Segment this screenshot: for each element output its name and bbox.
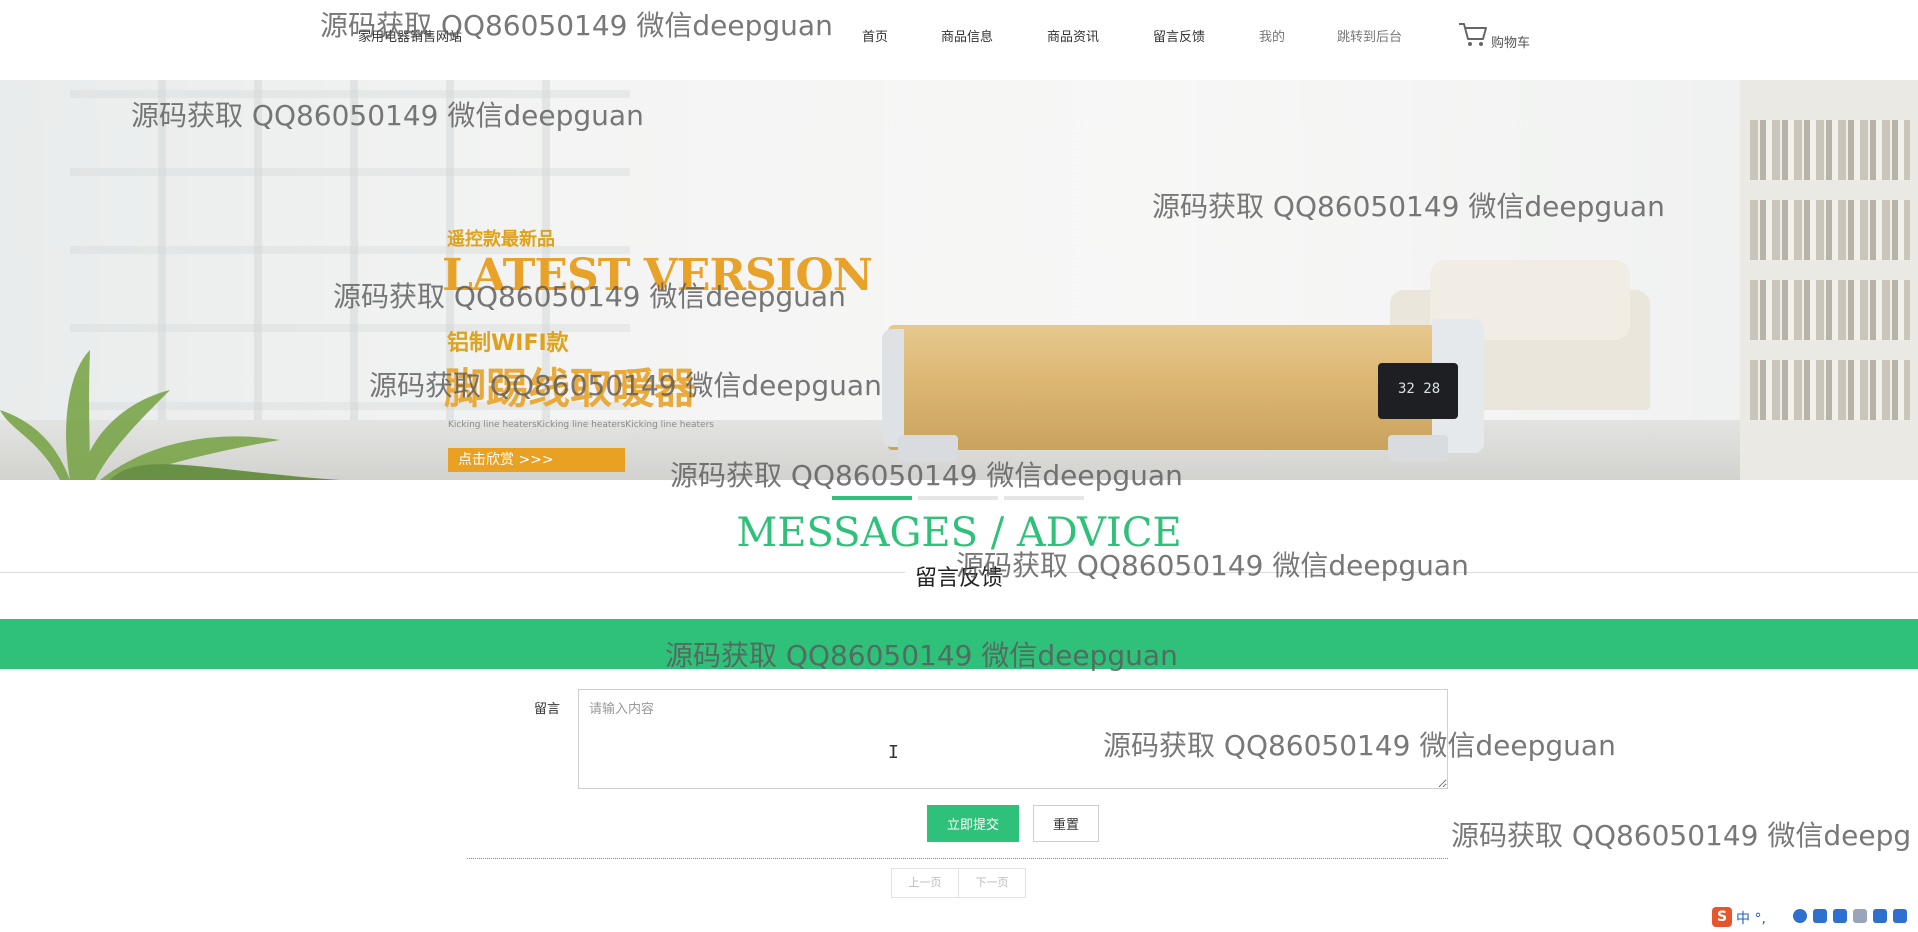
carousel-indicator-2[interactable] — [918, 496, 998, 500]
watermark-text: 源码获取 QQ86050149 微信deepguan — [333, 280, 846, 313]
ime-toolbar[interactable]: S 中 °, — [1710, 906, 1918, 928]
heater-product-image: 32 28 — [882, 319, 1484, 461]
promo-tagline: 遥控款最新品 — [447, 229, 555, 250]
promo-subtitle: 铝制WIFI款 — [447, 331, 569, 356]
plant-image — [0, 350, 340, 480]
heater-display-digits: 32 28 — [1398, 381, 1441, 397]
nav-news[interactable]: 商品资讯 — [1047, 26, 1099, 45]
watermark-text: 源码获取 QQ86050149 微信deepguan — [1103, 729, 1616, 762]
form-dotted-divider — [467, 858, 1448, 859]
watermark-text: 源码获取 QQ86050149 微信deepguan — [956, 549, 1469, 582]
user-icon[interactable] — [1853, 909, 1867, 923]
watermark-text: 源码获取 QQ86050149 微信deepguan — [320, 9, 833, 42]
emoji-icon[interactable] — [1793, 909, 1807, 923]
watermark-text: 源码获取 QQ86050149 微信deepguan — [131, 99, 644, 132]
ime-mode-text: 中 °, — [1736, 911, 1766, 927]
hero-banner[interactable]: 遥控款最新品 LATEST VERSION 铝制WIFI款 脚踢线取暖器 Kic… — [0, 80, 1918, 480]
site-header: 家用电器销售网站 首页 商品信息 商品资讯 留言反馈 我的 跳转到后台 购物车 — [0, 0, 1918, 80]
nav-products[interactable]: 商品信息 — [941, 26, 993, 45]
keyboard-icon[interactable] — [1833, 909, 1847, 923]
microphone-icon[interactable] — [1813, 909, 1827, 923]
nav-home[interactable]: 首页 — [862, 26, 888, 45]
ime-logo-icon: S — [1712, 907, 1732, 927]
nav-feedback[interactable]: 留言反馈 — [1153, 26, 1205, 45]
watermark-text: 源码获取 QQ86050149 微信deepguan — [369, 369, 882, 402]
reset-button[interactable]: 重置 — [1033, 805, 1099, 842]
watermark-text: 源码获取 QQ86050149 微信deepguan — [670, 459, 1183, 492]
text-cursor-icon: I — [888, 742, 899, 763]
watermark-text: 源码获取 QQ86050149 微信deepguan — [1152, 190, 1665, 223]
promo-fineprint: Kicking line heatersKicking line heaters… — [448, 420, 714, 430]
grid-icon[interactable] — [1893, 909, 1907, 923]
watermark-text: 源码获取 QQ86050149 微信deepguan — [665, 639, 1178, 672]
submit-button[interactable]: 立即提交 — [927, 805, 1019, 842]
carousel-indicator-1[interactable] — [832, 496, 912, 500]
bookshelf-image — [1740, 80, 1918, 480]
cart-icon — [1459, 23, 1487, 46]
message-label: 留言 — [534, 702, 561, 717]
carousel-indicator-3[interactable] — [1004, 496, 1084, 500]
next-page-button[interactable]: 下一页 — [958, 868, 1026, 898]
prev-page-button[interactable]: 上一页 — [891, 868, 959, 898]
promo-view-button[interactable]: 点击欣赏 >>> — [448, 448, 625, 472]
watermark-text: 源码获取 QQ86050149 微信deepg — [1451, 819, 1912, 852]
nav-my[interactable]: 我的 — [1259, 26, 1285, 45]
cart-label: 购物车 — [1491, 36, 1531, 51]
shirt-icon[interactable] — [1873, 909, 1887, 923]
nav-admin[interactable]: 跳转到后台 — [1337, 26, 1402, 45]
